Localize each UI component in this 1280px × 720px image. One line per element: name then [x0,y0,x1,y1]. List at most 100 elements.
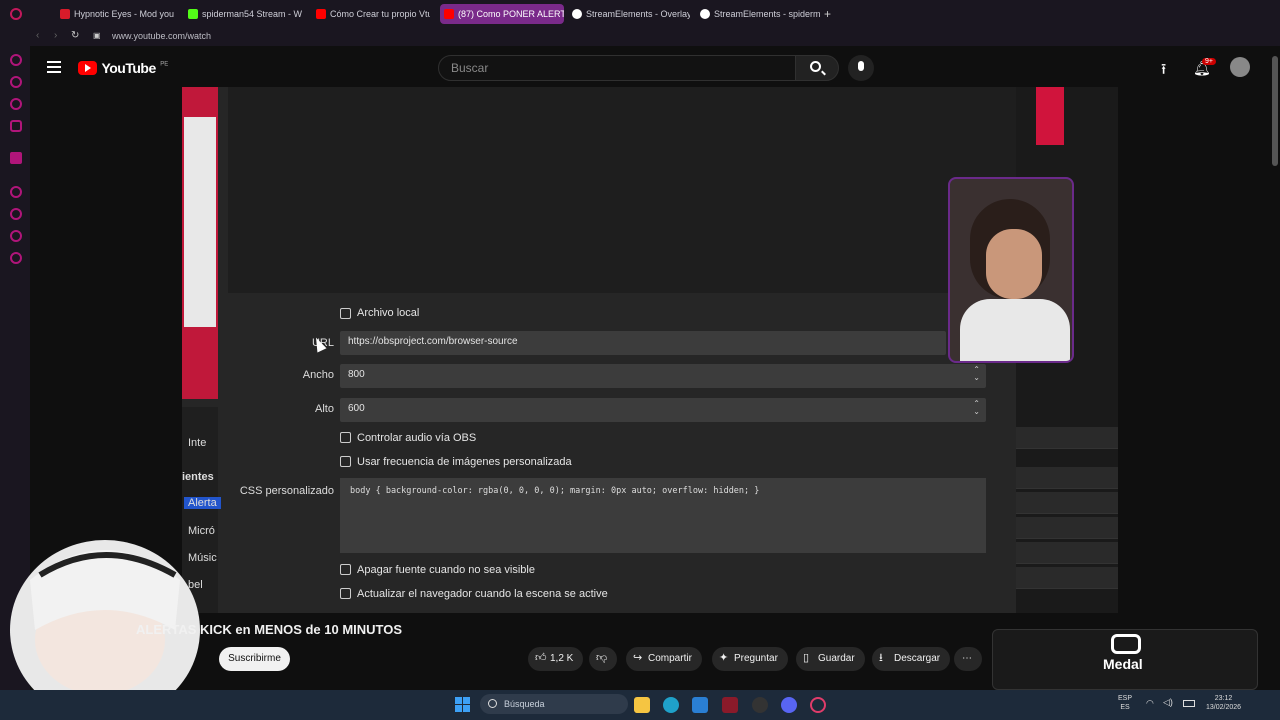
obs-icon[interactable] [752,697,768,713]
youtube-icon [316,9,326,19]
avatar[interactable] [1230,57,1250,77]
share-button[interactable]: ↪ Compartir [626,647,702,671]
streamelements-icon [700,9,710,19]
video-title: ALERTAS KICK en MENOS de 10 MINUTOS [136,622,403,637]
alto-spinner-icon[interactable]: ⌃ ⌄ [973,400,980,416]
taskbar-search-icon [488,699,497,708]
scrollbar-thumb[interactable] [1272,56,1278,166]
archivo-local-checkbox[interactable] [340,308,351,319]
file-explorer-icon[interactable] [634,697,650,713]
upload-icon[interactable]: ⭱ [1161,59,1166,84]
ancho-value: 800 [348,369,365,380]
controlar-audio-checkbox[interactable] [340,432,351,443]
css-textarea[interactable]: body { background-color: rgba(0, 0, 0, 0… [340,478,986,553]
reload-icon[interactable]: ↻ [71,30,79,41]
usar-frecuencia-label: Usar frecuencia de imágenes personalizad… [357,456,572,468]
new-tab-icon[interactable]: + [824,7,831,21]
page-scrollbar[interactable] [1270,46,1280,690]
back-icon[interactable]: ‹ [36,30,39,41]
medal-logo-icon [1111,634,1141,654]
start-icon[interactable] [455,697,470,712]
tab-label: StreamElements - spiderm [714,9,820,19]
browser-tab-bar: Hypnotic Eyes - Mod your spiderman54 Str… [0,0,1280,28]
more-actions-button[interactable]: ⋯ [954,647,982,671]
share-icon: ↪ [633,652,643,664]
css-label: CSS personalizado [239,485,334,497]
subscribe-button[interactable]: Suscribirme [219,647,290,671]
game-app-icon[interactable] [722,697,738,713]
more-icon: ⋯ [962,653,972,664]
taskbar-search[interactable]: Búsqueda [480,694,628,714]
usar-frecuencia-checkbox[interactable] [340,456,351,467]
tab-label: spiderman54 Stream - Wi [202,9,302,19]
tab-5[interactable]: StreamElements - Overlay [568,4,690,24]
aria-icon[interactable] [10,54,22,66]
archivo-local-label: Archivo local [357,307,420,319]
save-button[interactable]: ▯ Guardar [796,647,865,671]
tab-label: (87) Como PONER ALERT [458,9,564,19]
forward-icon[interactable]: › [54,30,57,41]
like-button[interactable]: 👍︎ 1,2 K [528,647,584,671]
tab-favicon-icon [60,9,70,19]
language-indicator[interactable]: ESP ES [1118,694,1132,712]
history-icon[interactable] [10,186,22,198]
url-text[interactable]: www.youtube.com/watch [112,31,211,41]
address-bar: ‹ › ↻ ▣ www.youtube.com/watch [0,28,1280,46]
wifi-icon[interactable]: ◠ [1146,698,1154,709]
youtube-logo[interactable]: YouTube PE [78,59,168,77]
twitch-icon[interactable] [10,152,22,164]
apagar-fuente-checkbox[interactable] [340,564,351,575]
clock-time: 23:12 [1214,695,1233,702]
instagram-icon[interactable] [10,120,22,132]
url-field[interactable]: https://obsproject.com/browser-source [340,331,946,355]
search-button[interactable] [795,55,839,81]
ancho-field[interactable]: 800 ⌃ ⌄ [340,364,986,388]
volume-icon[interactable]: ◁) [1163,697,1173,708]
tab-label: StreamElements - Overlay [586,9,690,19]
controlar-audio-label: Controlar audio vía OBS [357,432,477,444]
thumbs-down-icon: 👎︎ [596,652,608,664]
opera-logo-icon[interactable] [10,8,22,20]
tab-4-active[interactable]: (87) Como PONER ALERT [440,4,564,24]
whatsapp-icon[interactable] [10,98,22,110]
youtube-play-icon [78,60,97,75]
tab-1[interactable]: Hypnotic Eyes - Mod your [56,4,174,24]
thumbs-up-icon: 👍︎ [535,652,547,664]
lock-icon: ▣ [93,31,101,40]
search-input[interactable]: Buscar [438,55,796,81]
medal-overlay[interactable]: Medal [992,629,1258,690]
video-player[interactable]: Inte ientes Alerta Micró Músic bel Archi… [182,87,1118,613]
sources-header: ientes [182,471,214,483]
tab-2[interactable]: spiderman54 Stream - Wi [184,4,302,24]
tab-6[interactable]: StreamElements - spiderm [696,4,820,24]
lang-bottom: ES [1120,704,1130,711]
voice-search-button[interactable] [848,55,874,81]
opera-gx-icon[interactable] [810,697,826,713]
actualizar-navegador-checkbox[interactable] [340,588,351,599]
alto-field[interactable]: 600 ⌃ ⌄ [340,398,986,422]
webcam-overlay [948,177,1074,363]
taskbar-clock[interactable]: 23:12 13/02/2026 [1206,694,1241,712]
country-badge: PE [160,61,169,68]
download-button[interactable]: ⭳ Descargar [872,647,951,671]
store-icon[interactable] [692,697,708,713]
extensions-icon[interactable] [10,230,22,242]
sources-item-selected: Alerta [184,497,221,509]
save-label: Guardar [818,653,855,664]
ancho-spinner-icon[interactable]: ⌃ ⌄ [973,366,980,382]
clock-icon[interactable] [10,208,22,220]
discord-icon[interactable] [781,697,797,713]
streamelements-icon [572,9,582,19]
sources-item: Inte [188,437,207,449]
download-icon: ⭳ [879,652,883,664]
ask-button[interactable]: ✦ Preguntar [712,647,788,671]
settings-icon[interactable] [10,252,22,264]
medal-label: Medal [1103,656,1143,672]
battery-icon[interactable] [1183,700,1195,707]
messenger-icon[interactable] [10,76,22,88]
edge-icon[interactable] [663,697,679,713]
tab-3[interactable]: Cómo Crear tu propio Vtu [312,4,430,24]
menu-icon[interactable] [47,61,61,73]
obs-preview-area [228,87,1018,293]
dislike-button[interactable]: 👎︎ [589,647,617,671]
